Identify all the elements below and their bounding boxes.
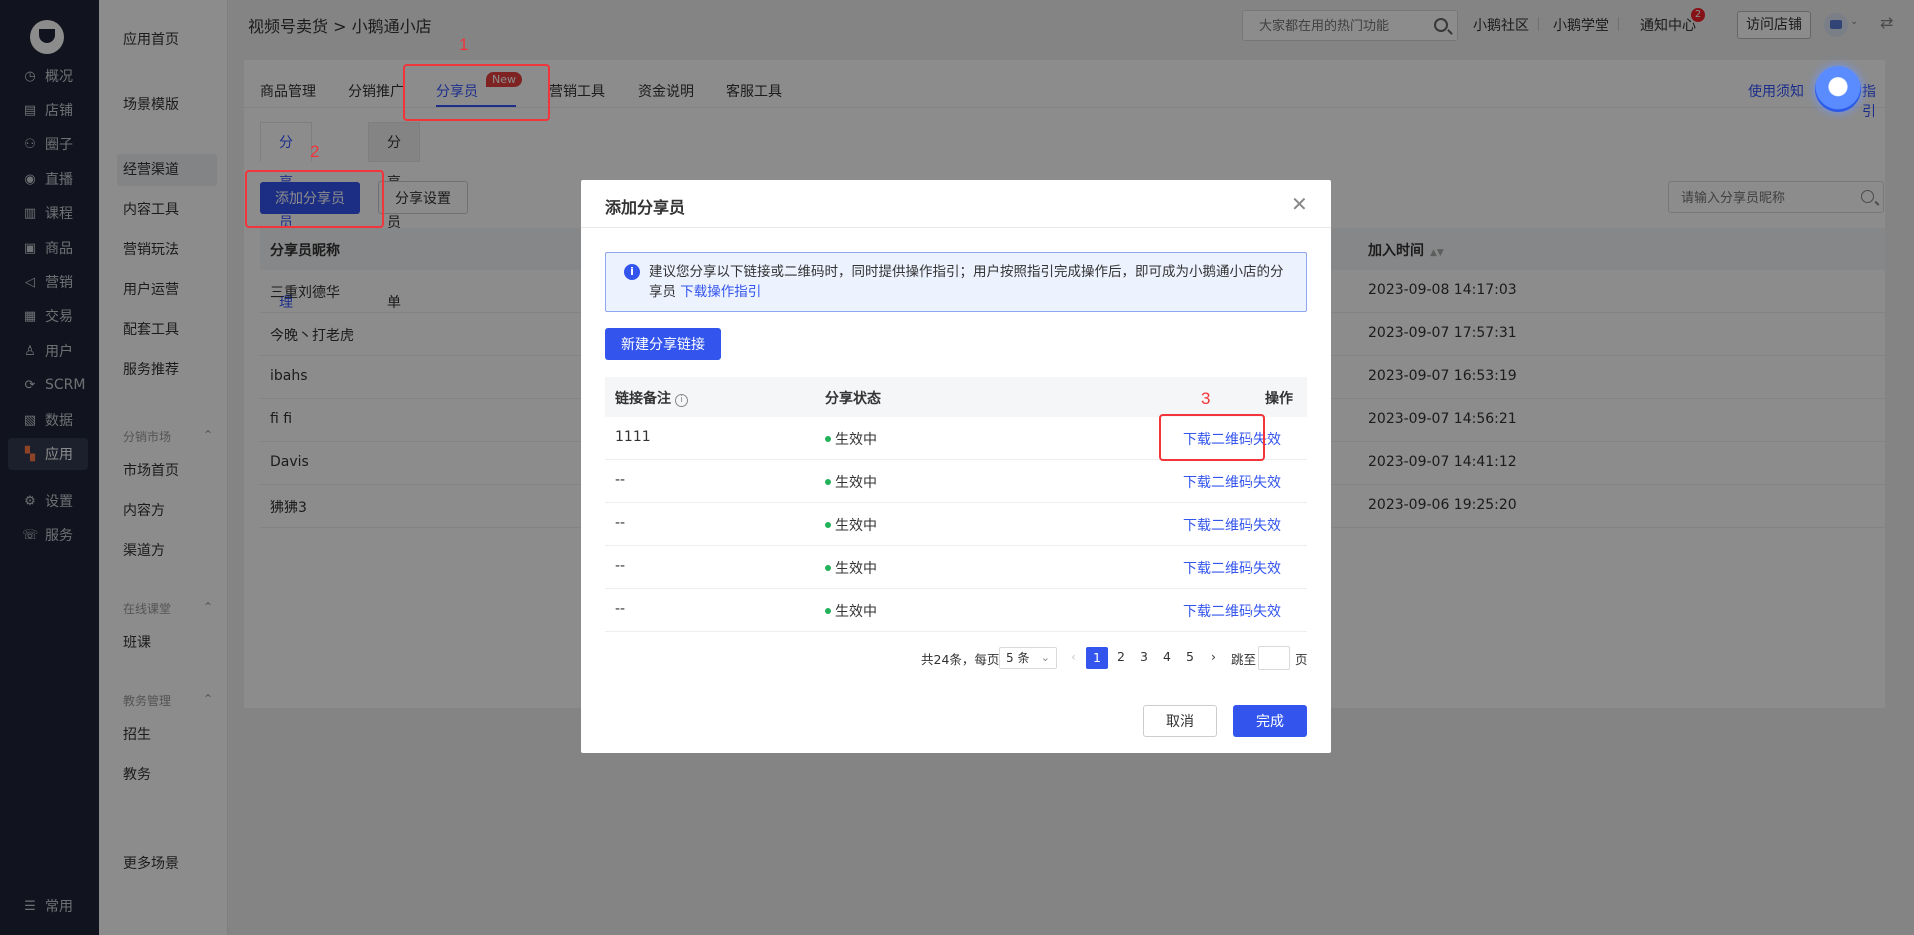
divider — [1250, 475, 1251, 488]
col-actions: 操作 — [1265, 391, 1293, 407]
modal-title: 添加分享员 — [605, 198, 686, 217]
divider — [1250, 604, 1251, 617]
link-remark: 1111 — [615, 429, 651, 445]
col-link-remark: 链接备注 i — [615, 388, 688, 408]
link-remark: -- — [615, 472, 626, 488]
confirm-button[interactable]: 完成 — [1233, 705, 1307, 737]
page-4[interactable]: 4 — [1163, 649, 1171, 664]
prev-page-icon[interactable]: ‹ — [1071, 649, 1076, 664]
add-sharer-modal: 添加分享员 ✕ i 建议您分享以下链接或二维码时，同时提供操作指引；用户按照指引… — [581, 180, 1331, 753]
page-unit: 页 — [1295, 652, 1308, 667]
status-dot-icon — [825, 565, 831, 571]
status-text: 生效中 — [835, 475, 877, 491]
status-text: 生效中 — [835, 432, 877, 448]
page-size-select[interactable]: 5 条 ⌄ — [999, 647, 1057, 669]
info-alert: i 建议您分享以下链接或二维码时，同时提供操作指引；用户按照指引完成操作后，即可… — [605, 252, 1307, 312]
share-status: 生效中 — [825, 472, 877, 492]
pagination: 共24条，每页 5 条 ⌄ ‹ 1 2 3 4 5 › 跳至 页 — [581, 642, 1331, 672]
download-qrcode-link[interactable]: 下载二维码 — [1183, 472, 1253, 492]
page-2[interactable]: 2 — [1117, 649, 1125, 664]
share-status: 生效中 — [825, 515, 877, 535]
table-row: -- 生效中 下载二维码 失效 — [605, 503, 1307, 546]
share-status: 生效中 — [825, 601, 877, 621]
invalidate-link[interactable]: 失效 — [1253, 472, 1281, 492]
download-qrcode-link[interactable]: 下载二维码 — [1183, 558, 1253, 578]
col-label: 链接备注 — [615, 391, 671, 407]
table-row: -- 生效中 下载二维码 失效 — [605, 546, 1307, 589]
share-status: 生效中 — [825, 558, 877, 578]
status-dot-icon — [825, 608, 831, 614]
link-remark: -- — [615, 601, 626, 617]
close-icon[interactable]: ✕ — [1291, 194, 1308, 214]
info-icon: i — [624, 264, 640, 280]
share-status: 生效中 — [825, 429, 877, 449]
invalidate-link[interactable]: 失效 — [1253, 558, 1281, 578]
table-row: -- 生效中 下载二维码 失效 — [605, 589, 1307, 632]
help-assistant-icon[interactable] — [1815, 66, 1861, 112]
status-dot-icon — [825, 522, 831, 528]
cancel-button[interactable]: 取消 — [1143, 705, 1217, 737]
status-text: 生效中 — [835, 518, 877, 534]
invalidate-link[interactable]: 失效 — [1253, 601, 1281, 621]
status-dot-icon — [825, 479, 831, 485]
page-5[interactable]: 5 — [1186, 649, 1194, 664]
divider — [1250, 561, 1251, 574]
status-text: 生效中 — [835, 604, 877, 620]
annotation-number-2: 2 — [310, 142, 320, 161]
alert-text: 建议您分享以下链接或二维码时，同时提供操作指引；用户按照指引完成操作后，即可成为… — [649, 262, 1289, 302]
divider — [581, 227, 1331, 228]
col-share-status: 分享状态 — [825, 391, 881, 407]
download-guide-link[interactable]: 下载操作指引 — [680, 284, 761, 300]
help-circle-icon[interactable]: i — [675, 394, 688, 407]
table-row: -- 生效中 下载二维码 失效 — [605, 460, 1307, 503]
pagination-total: 共24条，每页 — [921, 652, 1000, 667]
annotation-number-3: 3 — [1201, 389, 1211, 408]
jump-label: 跳至 — [1231, 652, 1257, 667]
annotation-box-1 — [403, 64, 550, 121]
status-text: 生效中 — [835, 561, 877, 577]
download-qrcode-link[interactable]: 下载二维码 — [1183, 515, 1253, 535]
invalidate-link[interactable]: 失效 — [1253, 515, 1281, 535]
annotation-number-1: 1 — [459, 35, 469, 54]
new-share-link-button[interactable]: 新建分享链接 — [605, 328, 721, 360]
annotation-box-3 — [1159, 414, 1265, 461]
link-remark: -- — [615, 515, 626, 531]
status-dot-icon — [825, 436, 831, 442]
download-qrcode-link[interactable]: 下载二维码 — [1183, 601, 1253, 621]
page-1[interactable]: 1 — [1086, 647, 1108, 669]
next-page-icon[interactable]: › — [1211, 649, 1216, 664]
page-size-value: 5 条 — [1006, 651, 1030, 665]
link-remark: -- — [615, 558, 626, 574]
annotation-box-2 — [245, 170, 384, 228]
divider — [1250, 518, 1251, 531]
page-3[interactable]: 3 — [1140, 649, 1148, 664]
chevron-down-icon: ⌄ — [1040, 651, 1050, 664]
jump-page-input[interactable] — [1258, 646, 1290, 670]
